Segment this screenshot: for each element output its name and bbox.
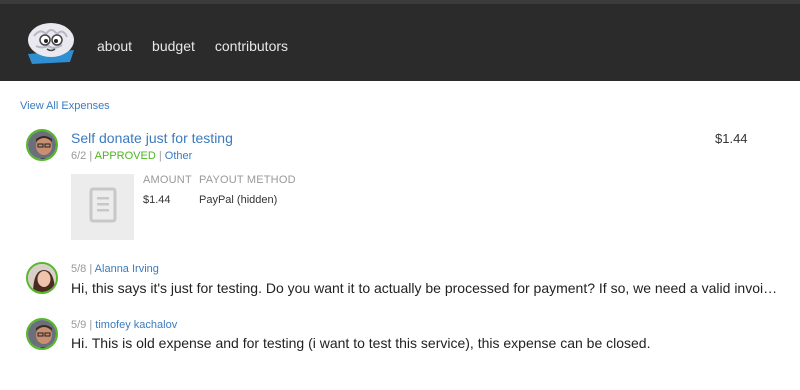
- comment-author-link[interactable]: Alanna Irving: [95, 263, 159, 275]
- expense-title-link[interactable]: Self donate just for testing: [71, 130, 233, 146]
- expense-date: 6/2: [71, 150, 87, 162]
- avatar[interactable]: [26, 129, 58, 161]
- brain-mascot-logo[interactable]: [22, 18, 80, 66]
- avatar[interactable]: [26, 318, 58, 350]
- view-all-expenses-link[interactable]: View All Expenses: [20, 100, 110, 112]
- nav-contributors-link[interactable]: contributors: [215, 38, 288, 54]
- status-badge: APPROVED: [94, 150, 156, 162]
- expense-amount: $1.44: [715, 131, 748, 146]
- top-navigation-bar: about budget contributors: [0, 0, 800, 81]
- payout-method-column-header: PAYOUT METHOD: [199, 174, 296, 186]
- comment-text: Hi. This is old expense and for testing …: [71, 335, 651, 351]
- avatar[interactable]: [26, 262, 58, 294]
- nav-budget-link[interactable]: budget: [152, 38, 195, 54]
- amount-column-header: AMOUNT: [143, 174, 192, 186]
- comment-author-link[interactable]: timofey kachalov: [95, 319, 177, 331]
- payout-method-value: PayPal (hidden): [199, 194, 278, 206]
- amount-value: $1.44: [143, 194, 171, 206]
- comment-date: 5/8: [71, 263, 87, 275]
- comment-date: 5/9: [71, 319, 87, 331]
- expense-category-link[interactable]: Other: [165, 150, 193, 162]
- comment-meta: 5/8 | Alanna Irving: [71, 263, 159, 275]
- expense-meta: 6/2 | APPROVED | Other: [71, 150, 193, 162]
- document-icon: [89, 187, 117, 228]
- nav-about-link[interactable]: about: [97, 38, 132, 54]
- receipt-thumbnail[interactable]: [71, 174, 134, 240]
- main-nav: about budget contributors: [97, 38, 288, 54]
- comment-text: Hi, this says it's just for testing. Do …: [71, 280, 778, 296]
- comment-meta: 5/9 | timofey kachalov: [71, 319, 178, 331]
